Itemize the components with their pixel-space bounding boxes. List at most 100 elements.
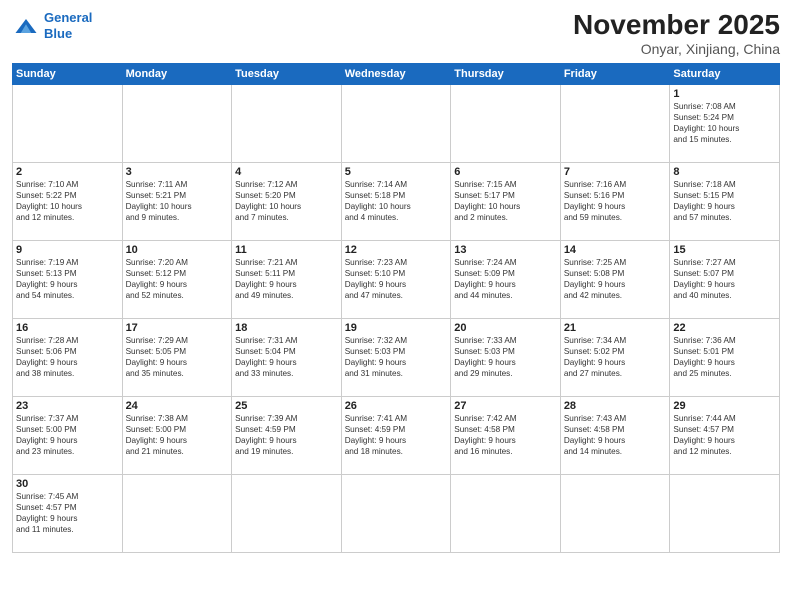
day-info: Sunrise: 7:16 AM Sunset: 5:16 PM Dayligh… [564,179,667,223]
weekday-header-tuesday: Tuesday [232,63,342,84]
day-info: Sunrise: 7:39 AM Sunset: 4:59 PM Dayligh… [235,413,338,457]
day-number: 30 [16,478,119,490]
logo: General Blue [12,10,92,41]
day-info: Sunrise: 7:36 AM Sunset: 5:01 PM Dayligh… [673,335,776,379]
calendar-week-3: 9Sunrise: 7:19 AM Sunset: 5:13 PM Daylig… [13,240,780,318]
day-info: Sunrise: 7:14 AM Sunset: 5:18 PM Dayligh… [345,179,448,223]
calendar-cell: 18Sunrise: 7:31 AM Sunset: 5:04 PM Dayli… [232,318,342,396]
logo-general: General [44,10,92,25]
weekday-header-sunday: Sunday [13,63,123,84]
page: General Blue November 2025 Onyar, Xinjia… [0,0,792,612]
day-info: Sunrise: 7:08 AM Sunset: 5:24 PM Dayligh… [673,101,776,145]
calendar-week-4: 16Sunrise: 7:28 AM Sunset: 5:06 PM Dayli… [13,318,780,396]
day-number: 9 [16,244,119,256]
day-number: 1 [673,88,776,100]
day-info: Sunrise: 7:29 AM Sunset: 5:05 PM Dayligh… [126,335,229,379]
day-number: 11 [235,244,338,256]
day-info: Sunrise: 7:43 AM Sunset: 4:58 PM Dayligh… [564,413,667,457]
day-info: Sunrise: 7:23 AM Sunset: 5:10 PM Dayligh… [345,257,448,301]
day-info: Sunrise: 7:38 AM Sunset: 5:00 PM Dayligh… [126,413,229,457]
month-title: November 2025 [573,10,780,41]
calendar-cell: 5Sunrise: 7:14 AM Sunset: 5:18 PM Daylig… [341,162,451,240]
calendar-cell: 13Sunrise: 7:24 AM Sunset: 5:09 PM Dayli… [451,240,561,318]
day-number: 5 [345,166,448,178]
calendar-week-1: 1Sunrise: 7:08 AM Sunset: 5:24 PM Daylig… [13,84,780,162]
logo-icon [12,12,40,40]
logo-text: General Blue [44,10,92,41]
calendar-cell [451,474,561,552]
location: Onyar, Xinjiang, China [573,41,780,57]
day-number: 2 [16,166,119,178]
calendar-cell: 23Sunrise: 7:37 AM Sunset: 5:00 PM Dayli… [13,396,123,474]
day-number: 12 [345,244,448,256]
calendar-cell [122,84,232,162]
day-info: Sunrise: 7:31 AM Sunset: 5:04 PM Dayligh… [235,335,338,379]
calendar-cell [341,84,451,162]
calendar-cell [122,474,232,552]
day-number: 19 [345,322,448,334]
calendar-week-6: 30Sunrise: 7:45 AM Sunset: 4:57 PM Dayli… [13,474,780,552]
weekday-header-friday: Friday [560,63,670,84]
day-number: 21 [564,322,667,334]
title-block: November 2025 Onyar, Xinjiang, China [573,10,780,57]
day-info: Sunrise: 7:15 AM Sunset: 5:17 PM Dayligh… [454,179,557,223]
day-number: 27 [454,400,557,412]
day-info: Sunrise: 7:10 AM Sunset: 5:22 PM Dayligh… [16,179,119,223]
calendar-cell: 11Sunrise: 7:21 AM Sunset: 5:11 PM Dayli… [232,240,342,318]
calendar-cell: 2Sunrise: 7:10 AM Sunset: 5:22 PM Daylig… [13,162,123,240]
calendar-cell: 24Sunrise: 7:38 AM Sunset: 5:00 PM Dayli… [122,396,232,474]
calendar-cell: 29Sunrise: 7:44 AM Sunset: 4:57 PM Dayli… [670,396,780,474]
day-info: Sunrise: 7:18 AM Sunset: 5:15 PM Dayligh… [673,179,776,223]
logo-blue: Blue [44,26,72,41]
day-number: 25 [235,400,338,412]
calendar-cell: 22Sunrise: 7:36 AM Sunset: 5:01 PM Dayli… [670,318,780,396]
day-number: 24 [126,400,229,412]
calendar-cell [232,474,342,552]
calendar-cell: 16Sunrise: 7:28 AM Sunset: 5:06 PM Dayli… [13,318,123,396]
day-info: Sunrise: 7:21 AM Sunset: 5:11 PM Dayligh… [235,257,338,301]
day-number: 8 [673,166,776,178]
calendar-cell: 3Sunrise: 7:11 AM Sunset: 5:21 PM Daylig… [122,162,232,240]
calendar-cell: 28Sunrise: 7:43 AM Sunset: 4:58 PM Dayli… [560,396,670,474]
calendar-cell: 21Sunrise: 7:34 AM Sunset: 5:02 PM Dayli… [560,318,670,396]
calendar-cell: 10Sunrise: 7:20 AM Sunset: 5:12 PM Dayli… [122,240,232,318]
calendar-cell: 25Sunrise: 7:39 AM Sunset: 4:59 PM Dayli… [232,396,342,474]
calendar-cell: 8Sunrise: 7:18 AM Sunset: 5:15 PM Daylig… [670,162,780,240]
day-info: Sunrise: 7:41 AM Sunset: 4:59 PM Dayligh… [345,413,448,457]
calendar-cell: 27Sunrise: 7:42 AM Sunset: 4:58 PM Dayli… [451,396,561,474]
day-number: 17 [126,322,229,334]
day-info: Sunrise: 7:28 AM Sunset: 5:06 PM Dayligh… [16,335,119,379]
day-info: Sunrise: 7:20 AM Sunset: 5:12 PM Dayligh… [126,257,229,301]
day-info: Sunrise: 7:11 AM Sunset: 5:21 PM Dayligh… [126,179,229,223]
day-info: Sunrise: 7:32 AM Sunset: 5:03 PM Dayligh… [345,335,448,379]
calendar-cell [560,474,670,552]
day-info: Sunrise: 7:42 AM Sunset: 4:58 PM Dayligh… [454,413,557,457]
calendar-cell [232,84,342,162]
day-number: 4 [235,166,338,178]
day-number: 10 [126,244,229,256]
calendar-cell: 7Sunrise: 7:16 AM Sunset: 5:16 PM Daylig… [560,162,670,240]
day-info: Sunrise: 7:33 AM Sunset: 5:03 PM Dayligh… [454,335,557,379]
calendar-cell: 14Sunrise: 7:25 AM Sunset: 5:08 PM Dayli… [560,240,670,318]
calendar-cell: 26Sunrise: 7:41 AM Sunset: 4:59 PM Dayli… [341,396,451,474]
calendar-cell [13,84,123,162]
calendar-table: SundayMondayTuesdayWednesdayThursdayFrid… [12,63,780,553]
calendar-cell [670,474,780,552]
day-info: Sunrise: 7:45 AM Sunset: 4:57 PM Dayligh… [16,491,119,535]
weekday-header-wednesday: Wednesday [341,63,451,84]
day-number: 22 [673,322,776,334]
calendar-cell [451,84,561,162]
day-number: 3 [126,166,229,178]
day-info: Sunrise: 7:37 AM Sunset: 5:00 PM Dayligh… [16,413,119,457]
day-number: 13 [454,244,557,256]
calendar-week-2: 2Sunrise: 7:10 AM Sunset: 5:22 PM Daylig… [13,162,780,240]
day-number: 23 [16,400,119,412]
day-info: Sunrise: 7:25 AM Sunset: 5:08 PM Dayligh… [564,257,667,301]
weekday-header-monday: Monday [122,63,232,84]
calendar-cell: 30Sunrise: 7:45 AM Sunset: 4:57 PM Dayli… [13,474,123,552]
day-number: 7 [564,166,667,178]
calendar-cell: 15Sunrise: 7:27 AM Sunset: 5:07 PM Dayli… [670,240,780,318]
day-number: 16 [16,322,119,334]
calendar-cell: 4Sunrise: 7:12 AM Sunset: 5:20 PM Daylig… [232,162,342,240]
day-info: Sunrise: 7:12 AM Sunset: 5:20 PM Dayligh… [235,179,338,223]
